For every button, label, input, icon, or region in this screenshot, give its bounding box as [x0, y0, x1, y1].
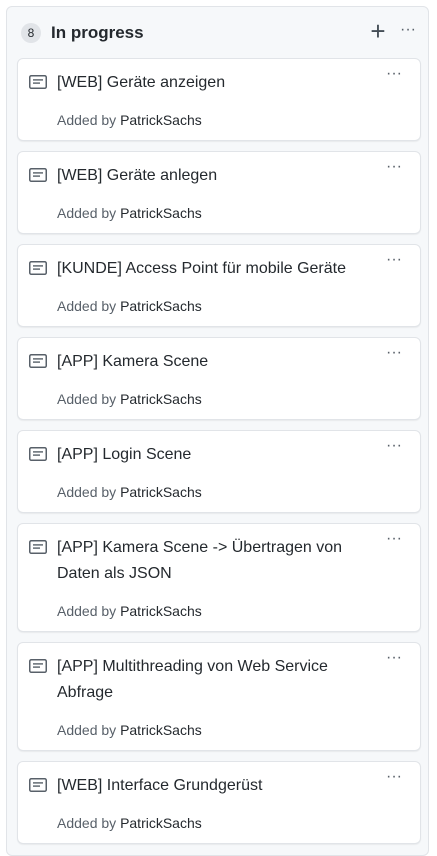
project-card[interactable]: [WEB] Geräte anlegen ··· Added by Patric… — [17, 151, 421, 234]
author-link[interactable]: PatrickSachs — [120, 112, 202, 128]
author-link[interactable]: PatrickSachs — [120, 484, 202, 500]
project-card[interactable]: [APP] Multithreading von Web Service Abf… — [17, 642, 421, 751]
card-meta: Added by PatrickSachs — [57, 390, 202, 408]
author-link[interactable]: PatrickSachs — [120, 603, 202, 619]
card-meta: Added by PatrickSachs — [57, 111, 202, 129]
added-by-label: Added by — [57, 112, 117, 128]
author-link[interactable]: PatrickSachs — [120, 298, 202, 314]
project-card[interactable]: [KUNDE] Access Point für mobile Geräte ·… — [17, 244, 421, 327]
card-title[interactable]: [WEB] Geräte anlegen — [57, 163, 377, 189]
card-menu-button[interactable]: ··· — [380, 252, 408, 271]
project-column: 8 In progress + ··· [WEB] Geräte anzeige… — [6, 6, 429, 856]
author-link[interactable]: PatrickSachs — [120, 391, 202, 407]
card-title[interactable]: [APP] Kamera Scene -> Übertragen von Dat… — [57, 535, 377, 587]
column-menu-button[interactable]: ··· — [397, 20, 419, 42]
note-icon — [29, 540, 47, 554]
card-meta: Added by PatrickSachs — [57, 297, 202, 315]
card-meta: Added by PatrickSachs — [57, 483, 202, 501]
add-card-button[interactable]: + — [367, 18, 389, 45]
added-by-label: Added by — [57, 484, 117, 500]
note-icon — [29, 75, 47, 89]
note-icon — [29, 778, 47, 792]
added-by-label: Added by — [57, 603, 117, 619]
column-title: In progress — [51, 23, 144, 42]
card-title[interactable]: [KUNDE] Access Point für mobile Geräte — [57, 256, 377, 282]
column-header: 8 In progress + ··· — [7, 7, 428, 57]
added-by-label: Added by — [57, 205, 117, 221]
note-icon — [29, 261, 47, 275]
author-link[interactable]: PatrickSachs — [120, 722, 202, 738]
card-menu-button[interactable]: ··· — [380, 650, 408, 669]
note-icon — [29, 447, 47, 461]
card-title[interactable]: [WEB] Interface Grundgerüst — [57, 773, 377, 799]
card-title[interactable]: [WEB] Geräte anzeigen — [57, 70, 377, 96]
note-icon — [29, 659, 47, 673]
project-card[interactable]: [APP] Kamera Scene ··· Added by PatrickS… — [17, 337, 421, 420]
project-card[interactable]: [WEB] Interface Grundgerüst ··· Added by… — [17, 761, 421, 844]
card-meta: Added by PatrickSachs — [57, 814, 202, 832]
card-meta: Added by PatrickSachs — [57, 721, 202, 739]
card-meta: Added by PatrickSachs — [57, 204, 202, 222]
card-menu-button[interactable]: ··· — [380, 438, 408, 457]
note-icon — [29, 168, 47, 182]
added-by-label: Added by — [57, 815, 117, 831]
added-by-label: Added by — [57, 298, 117, 314]
project-card[interactable]: [APP] Kamera Scene -> Übertragen von Dat… — [17, 523, 421, 632]
card-title[interactable]: [APP] Kamera Scene — [57, 349, 377, 375]
card-title[interactable]: [APP] Multithreading von Web Service Abf… — [57, 654, 377, 706]
project-card[interactable]: [APP] Login Scene ··· Added by PatrickSa… — [17, 430, 421, 513]
card-menu-button[interactable]: ··· — [380, 345, 408, 364]
card-menu-button[interactable]: ··· — [380, 159, 408, 178]
added-by-label: Added by — [57, 722, 117, 738]
note-icon — [29, 354, 47, 368]
project-card[interactable]: [WEB] Geräte anzeigen ··· Added by Patri… — [17, 58, 421, 141]
card-menu-button[interactable]: ··· — [380, 531, 408, 550]
card-count-badge: 8 — [21, 23, 41, 43]
added-by-label: Added by — [57, 391, 117, 407]
card-menu-button[interactable]: ··· — [380, 769, 408, 788]
author-link[interactable]: PatrickSachs — [120, 205, 202, 221]
card-menu-button[interactable]: ··· — [380, 66, 408, 85]
author-link[interactable]: PatrickSachs — [120, 815, 202, 831]
card-meta: Added by PatrickSachs — [57, 602, 202, 620]
card-title[interactable]: [APP] Login Scene — [57, 442, 377, 468]
